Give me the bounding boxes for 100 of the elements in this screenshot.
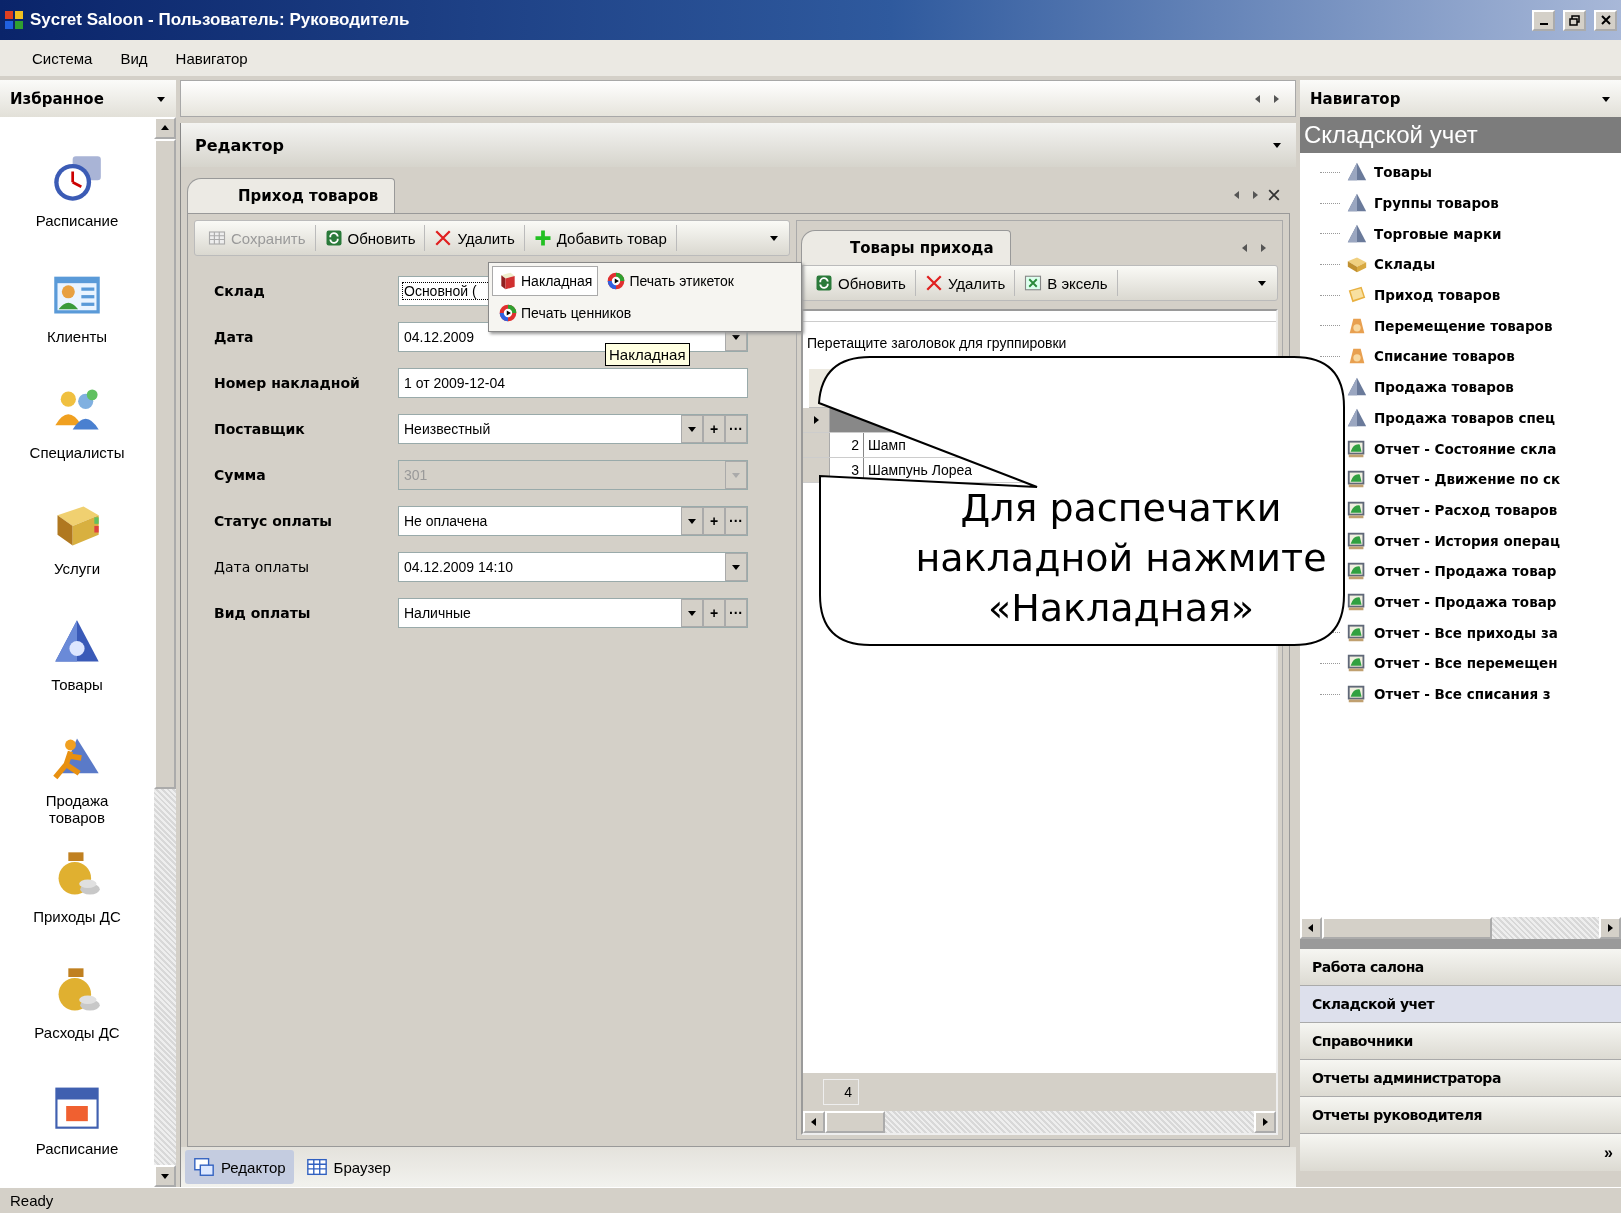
tree-item[interactable]: Приход товаров xyxy=(1374,287,1501,304)
splitter-handle[interactable] xyxy=(1300,939,1621,949)
field-button[interactable]: + xyxy=(703,599,725,627)
menu-item[interactable]: Навигатор xyxy=(161,46,262,70)
arrow-left-icon xyxy=(1232,190,1242,200)
navigator-group-button[interactable]: Отчеты руководителя xyxy=(1300,1097,1621,1134)
tree-item[interactable]: Отчет - Все списания з xyxy=(1374,686,1551,703)
input-field[interactable]: 1 от 2009-12-04 xyxy=(398,368,748,398)
dropdown-button[interactable] xyxy=(681,507,703,535)
tree-item[interactable]: Отчет - Расход товаров xyxy=(1374,501,1558,518)
scrollbar-thumb[interactable] xyxy=(154,139,176,789)
shortcut-label: Товары xyxy=(51,676,103,693)
navigator-group-button[interactable]: Складской учет xyxy=(1300,986,1621,1023)
shortcut-label: Услуги xyxy=(53,560,101,577)
tree-item[interactable]: Торговые марки xyxy=(1374,225,1502,242)
dropdown-field[interactable]: Наличные + ··· xyxy=(398,598,748,628)
toolbar-button[interactable]: Добавить товар xyxy=(524,225,677,251)
delete-icon xyxy=(434,229,453,247)
toolbar-button[interactable]: В эксель xyxy=(1015,270,1118,296)
scroll-right-button[interactable] xyxy=(1254,1111,1276,1133)
tree-item[interactable]: Отчет - История операц xyxy=(1374,532,1560,549)
arrow-left-icon xyxy=(1240,243,1250,253)
field-button[interactable]: + xyxy=(703,507,725,535)
field-button[interactable]: ··· xyxy=(725,599,747,627)
shortcut-item[interactable]: Приходы ДС xyxy=(7,848,147,964)
refresh-icon xyxy=(324,229,343,247)
horizontal-scrollbar[interactable] xyxy=(803,1111,1276,1133)
navigator-group-button[interactable]: Работа салона xyxy=(1300,949,1621,986)
scroll-right-button[interactable] xyxy=(1599,917,1621,939)
close-button[interactable] xyxy=(1594,9,1617,31)
arrow-left-icon xyxy=(809,1117,819,1127)
scrollbar-thumb[interactable] xyxy=(1322,917,1492,939)
scroll-up-button[interactable] xyxy=(154,117,176,139)
dropdown-button[interactable] xyxy=(681,415,703,443)
toolbar-button[interactable]: Удалить xyxy=(915,270,1016,296)
toolbar-button[interactable]: Обновить xyxy=(315,225,426,251)
shortcut-item[interactable]: Продажа товаров xyxy=(7,732,147,848)
menu-item[interactable]: Накладная xyxy=(492,266,599,296)
caret-icon xyxy=(1257,278,1267,288)
dropdown-button[interactable] xyxy=(681,599,703,627)
tree-item[interactable]: Отчет - Продажа товар xyxy=(1374,563,1557,580)
close-icon[interactable] xyxy=(1268,189,1280,201)
scroll-down-button[interactable] xyxy=(154,1165,176,1187)
tree-item[interactable]: Отчет - Движение по ск xyxy=(1374,471,1561,488)
shortcut-item[interactable]: Клиенты xyxy=(7,268,147,384)
panel-tab[interactable]: Товары прихода xyxy=(801,230,1011,265)
tree-item[interactable]: Продажа товаров xyxy=(1374,379,1514,396)
shortcut-item[interactable]: Услуги xyxy=(7,500,147,616)
bottom-tab[interactable]: Браузер xyxy=(297,1150,399,1184)
more-button[interactable]: » xyxy=(1602,1143,1615,1162)
field-button[interactable]: ··· xyxy=(725,507,747,535)
field-value: 04.12.2009 xyxy=(403,329,476,345)
scroll-left-button[interactable] xyxy=(803,1111,825,1133)
shortcut-label: Расходы ДС xyxy=(34,1024,120,1041)
callout-text: Для распечатки накладной нажмите «Накладная» xyxy=(914,485,1328,632)
menu-item[interactable]: Вид xyxy=(106,46,162,70)
tree-item[interactable]: Товары xyxy=(1374,164,1432,181)
dropdown-button[interactable] xyxy=(725,553,747,581)
field-label: Статус оплаты xyxy=(214,513,333,529)
toolbar-button[interactable]: Удалить xyxy=(425,225,525,251)
window-title: Sycret Saloon - Пользователь: Руководитель xyxy=(30,10,411,30)
menu-item[interactable]: Система xyxy=(18,46,107,70)
shortcut-item[interactable]: Специалисты xyxy=(7,384,147,500)
shortcut-item[interactable]: Расходы ДС xyxy=(7,964,147,1080)
grid-cell: 2 xyxy=(830,433,864,457)
navigator-group-button[interactable]: Отчеты администратора xyxy=(1300,1060,1621,1097)
field-button[interactable]: ··· xyxy=(725,415,747,443)
tree-item[interactable]: Отчет - Все перемещен xyxy=(1374,655,1558,672)
field-value: Наличные xyxy=(403,605,472,621)
arrow-left-icon xyxy=(1306,923,1316,933)
dropdown-field[interactable]: Неизвестный + ··· xyxy=(398,414,748,444)
tree-item[interactable]: Отчет - Все приходы за xyxy=(1374,624,1558,641)
tree-item[interactable]: Перемещение товаров xyxy=(1374,317,1553,334)
field-value: 1 от 2009-12-04 xyxy=(403,375,507,391)
navigator-group-button[interactable]: Справочники xyxy=(1300,1023,1621,1060)
scrollbar-thumb[interactable] xyxy=(825,1111,885,1133)
tree-item[interactable]: Группы товаров xyxy=(1374,195,1499,212)
bottom-tab[interactable]: Редактор xyxy=(185,1150,294,1184)
field-button[interactable]: + xyxy=(703,415,725,443)
toolbar-button[interactable]: Обновить xyxy=(806,270,916,296)
grid-cell-text: Шампунь Лореа xyxy=(867,461,973,480)
vertical-scrollbar[interactable] xyxy=(154,117,176,1187)
tree-item[interactable]: Склады xyxy=(1374,256,1436,273)
shortcut-item[interactable]: Расписание xyxy=(7,1080,147,1187)
row-header-cell[interactable] xyxy=(803,408,830,432)
scroll-left-button[interactable] xyxy=(1300,917,1322,939)
horizontal-scrollbar[interactable] xyxy=(1300,917,1621,939)
dropdown-field[interactable]: 04.12.2009 14:10 xyxy=(398,552,748,582)
minimize-button[interactable] xyxy=(1532,9,1555,31)
tree-item[interactable]: Отчет - Продажа товар xyxy=(1374,593,1557,610)
row-header-cell[interactable] xyxy=(803,433,830,457)
shortcut-item[interactable]: Товары xyxy=(7,616,147,732)
restore-button[interactable] xyxy=(1563,9,1586,31)
tree-item[interactable]: Отчет - Состояние скла xyxy=(1374,440,1557,457)
field-label: Склад xyxy=(214,283,266,299)
tree-item[interactable]: Продажа товаров спец xyxy=(1374,409,1555,426)
dropdown-field[interactable]: Не оплачена + ··· xyxy=(398,506,748,536)
document-tab[interactable]: Приход товаров xyxy=(187,178,396,213)
shortcut-item[interactable]: Расписание xyxy=(7,152,147,268)
tree-item[interactable]: Списание товаров xyxy=(1374,348,1515,365)
